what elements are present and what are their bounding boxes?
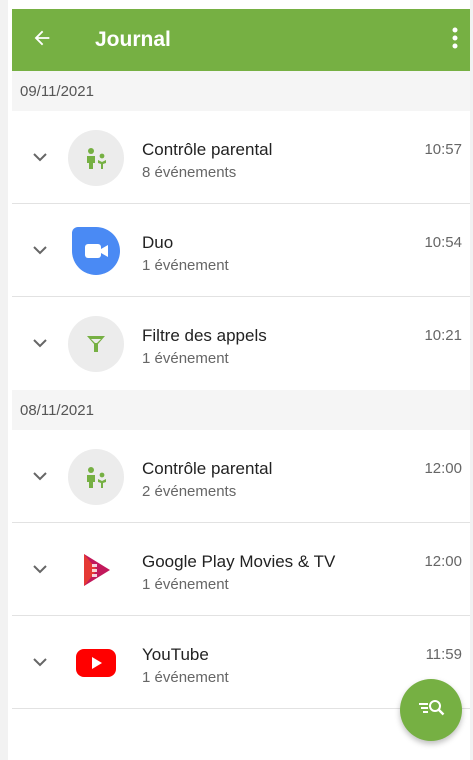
expand-button[interactable]	[12, 430, 68, 523]
filter-icon	[68, 316, 124, 372]
back-button[interactable]	[12, 9, 72, 71]
item-count: 1 événement	[142, 257, 229, 274]
item-name: Contrôle parental	[142, 459, 273, 478]
arrow-left-icon	[31, 27, 53, 54]
play-movies-icon	[68, 542, 124, 598]
item-name: Filtre des appels	[142, 326, 267, 345]
journal-list: 09/11/2021 Contrôle parental 8 événement…	[12, 71, 470, 709]
family-icon	[68, 130, 124, 186]
list-item[interactable]: Contrôle parental 2 événements 12:00	[12, 430, 470, 523]
item-time: 10:54	[424, 234, 462, 251]
date-header: 09/11/2021	[12, 71, 470, 111]
chevron-down-icon	[33, 335, 47, 353]
filter-search-button[interactable]	[400, 679, 462, 741]
expand-button[interactable]	[12, 297, 68, 390]
expand-button[interactable]	[12, 111, 68, 204]
expand-button[interactable]	[12, 616, 68, 709]
item-time: 11:59	[425, 646, 462, 663]
item-name: YouTube	[142, 645, 209, 664]
app-bar: Journal	[12, 9, 470, 71]
item-name: Google Play Movies & TV	[142, 552, 336, 571]
item-time: 10:57	[424, 141, 462, 158]
chevron-down-icon	[33, 654, 47, 672]
chevron-down-icon	[33, 468, 47, 486]
item-count: 8 événements	[142, 164, 237, 181]
page-title: Journal	[95, 28, 171, 51]
item-count: 1 événement	[142, 576, 229, 593]
more-options-button[interactable]	[440, 9, 470, 71]
filter-search-icon	[417, 696, 445, 725]
chevron-down-icon	[33, 242, 47, 260]
chevron-down-icon	[33, 561, 47, 579]
list-item[interactable]: Filtre des appels 1 événement 10:21	[12, 297, 470, 390]
item-time: 12:00	[424, 460, 462, 477]
item-name: Duo	[142, 233, 174, 252]
list-item[interactable]: Duo 1 événement 10:54	[12, 204, 470, 297]
duo-icon	[68, 223, 124, 279]
item-time: 10:21	[424, 327, 462, 344]
item-time: 12:00	[424, 553, 462, 570]
item-name: Contrôle parental	[142, 140, 273, 159]
expand-button[interactable]	[12, 204, 68, 297]
family-icon	[68, 449, 124, 505]
more-vert-icon	[452, 27, 458, 54]
date-header: 08/11/2021	[12, 390, 470, 430]
item-count: 1 événement	[142, 350, 229, 367]
item-count: 1 événement	[142, 669, 229, 686]
expand-button[interactable]	[12, 523, 68, 616]
list-item[interactable]: Google Play Movies & TV 1 événement 12:0…	[12, 523, 470, 616]
list-item[interactable]: Contrôle parental 8 événements 10:57	[12, 111, 470, 204]
list-item[interactable]: YouTube 1 événement 11:59	[12, 616, 470, 709]
item-count: 2 événements	[142, 483, 237, 500]
chevron-down-icon	[33, 149, 47, 167]
youtube-icon	[68, 635, 124, 691]
